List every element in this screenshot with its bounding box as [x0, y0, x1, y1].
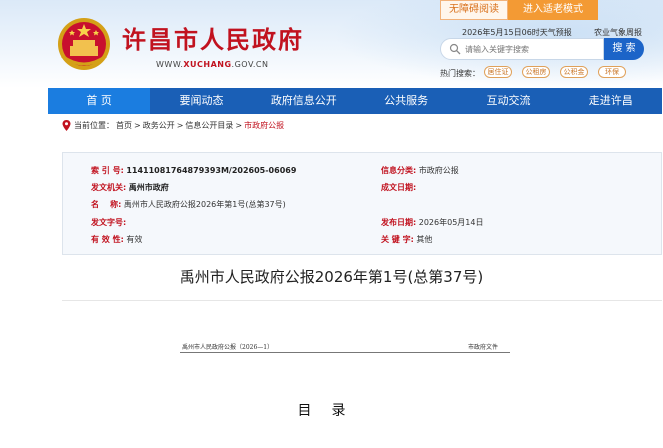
main-nav: 首 页 要闻动态 政府信息公开 公共服务 互动交流 走进许昌 — [48, 88, 662, 114]
breadcrumb-home[interactable]: 首页 — [116, 120, 132, 131]
pubdate-value: 2026年05月14日 — [418, 218, 484, 227]
issuer-label: 发文机关: — [91, 183, 127, 192]
document-metadata-box: 索 引 号: 11411081764879393M/202605-06069 信… — [62, 152, 662, 255]
nav-gov-info[interactable]: 政府信息公开 — [253, 88, 355, 114]
gazette-issue-header: 禹州市人民政府公报（2026—1） — [182, 344, 274, 351]
date-row: 成文日期: — [381, 182, 416, 194]
docno-label: 发文字号: — [91, 218, 127, 227]
breadcrumb-gov-affairs[interactable]: 政务公开 — [143, 120, 175, 131]
site-header: 许昌市人民政府 WWW.XUCHANG.GOV.CN 无障碍阅读 进入适老模式 … — [0, 0, 663, 88]
gazette-section-header: 市政府文件 — [468, 344, 499, 351]
hot-tag-residence-permit[interactable]: 居住证 — [484, 66, 512, 78]
category-label: 信息分类: — [381, 166, 417, 175]
breadcrumb-info-catalog[interactable]: 信息公开目录 — [185, 120, 233, 131]
weather-link[interactable]: 2026年5月15日06时天气预报 — [462, 27, 572, 38]
validity-label: 有 效 性: — [91, 235, 124, 244]
validity-row: 有 效 性: 有效 — [91, 234, 142, 246]
nav-interaction[interactable]: 互动交流 — [457, 88, 559, 114]
index-label: 索 引 号: — [91, 166, 124, 175]
barrier-free-button[interactable]: 无障碍阅读 — [440, 0, 508, 20]
keyword-row: 关 键 字: 其他 — [381, 234, 432, 246]
nav-public-service[interactable]: 公共服务 — [355, 88, 457, 114]
location-pin-icon — [62, 120, 71, 131]
breadcrumb-separator: > — [134, 121, 141, 130]
name-row: 名 称: 禹州市人民政府公报2026年第1号(总第37号) — [91, 199, 286, 211]
domain-prefix: WWW. — [156, 60, 184, 69]
issuer-row: 发文机关: 禹州市政府 — [91, 182, 169, 194]
search-input[interactable] — [465, 42, 601, 56]
pubdate-row: 发布日期: 2026年05月14日 — [381, 217, 483, 229]
name-value: 禹州市人民政府公报2026年第1号(总第37号) — [123, 200, 286, 209]
domain-suffix: .GOV.CN — [231, 60, 269, 69]
category-row: 信息分类: 市政府公报 — [381, 165, 459, 177]
hot-search-label: 热门搜索： — [440, 69, 480, 78]
search-box — [440, 38, 604, 60]
document-title: 禹州市人民政府公报2026年第1号(总第37号) — [179, 268, 484, 286]
search-button[interactable]: 搜 索 — [604, 38, 644, 60]
issuer-value: 禹州市政府 — [128, 183, 169, 192]
national-emblem-icon — [58, 18, 110, 70]
hot-tag-public-housing[interactable]: 公租房 — [522, 66, 550, 78]
breadcrumb-current[interactable]: 市政府公报 — [244, 120, 284, 131]
breadcrumb-label: 当前位置： — [74, 121, 114, 130]
name-label: 名 称: — [91, 200, 122, 209]
breadcrumb-separator: > — [176, 121, 184, 130]
hot-tag-housing-fund[interactable]: 公积金 — [560, 66, 588, 78]
table-of-contents-title: 目录 — [297, 403, 366, 419]
breadcrumb: 当前位置： 首页 > 政务公开 > 信息公开目录 > 市政府公报 — [62, 120, 286, 131]
nav-home[interactable]: 首 页 — [48, 88, 151, 114]
keyword-label: 关 键 字: — [381, 235, 414, 244]
nav-news[interactable]: 要闻动态 — [150, 88, 252, 114]
domain-highlight: XUCHANG — [183, 60, 232, 69]
title-divider — [62, 300, 662, 301]
breadcrumb-separator: > — [235, 121, 243, 130]
search-icon — [449, 43, 461, 55]
nav-about-xuchang[interactable]: 走进许昌 — [560, 88, 662, 114]
agri-weather-link[interactable]: 农业气象周报 — [594, 27, 642, 38]
validity-value: 有效 — [126, 235, 143, 244]
site-title[interactable]: 许昌市人民政府 — [122, 20, 304, 55]
docno-row: 发文字号: — [91, 217, 126, 229]
category-value: 市政府公报 — [418, 166, 459, 175]
hot-tag-environment[interactable]: 环保 — [598, 66, 626, 78]
keyword-value: 其他 — [416, 235, 433, 244]
elder-mode-button[interactable]: 进入适老模式 — [508, 0, 598, 20]
site-domain: WWW.XUCHANG.GOV.CN — [156, 60, 269, 69]
pubdate-label: 发布日期: — [381, 218, 417, 227]
index-value: 11411081764879393M/202605-06069 — [126, 166, 297, 175]
gazette-header-rule — [180, 352, 510, 353]
date-label: 成文日期: — [381, 183, 417, 192]
index-row: 索 引 号: 11411081764879393M/202605-06069 — [91, 165, 296, 177]
